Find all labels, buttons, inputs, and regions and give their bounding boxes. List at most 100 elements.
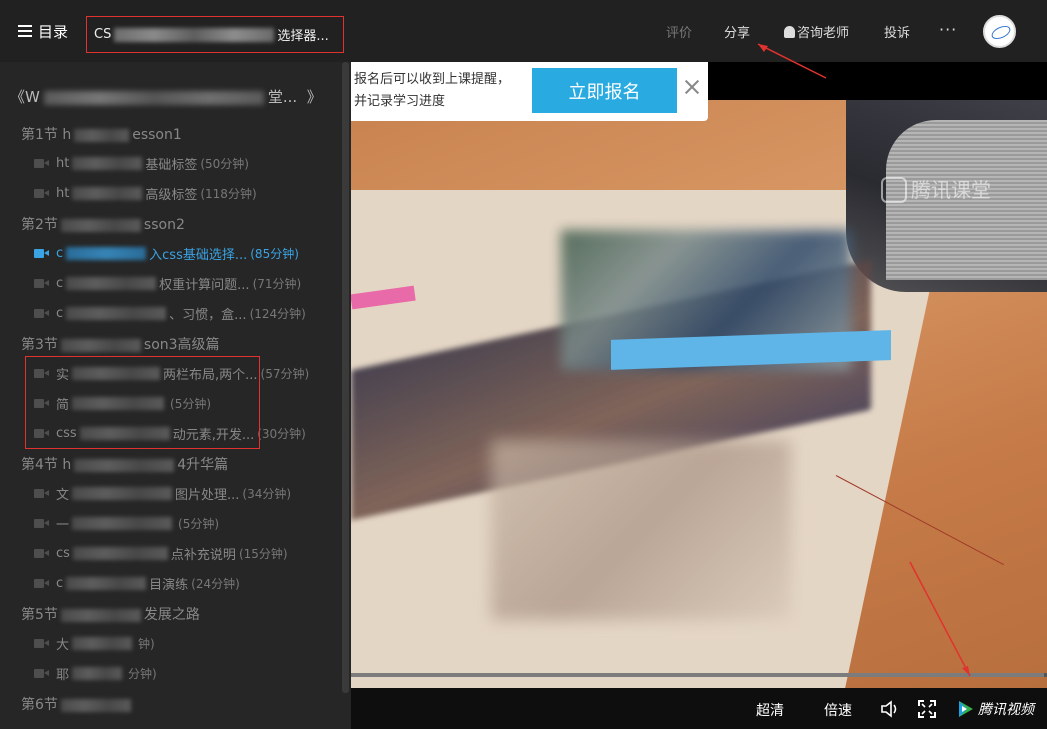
video-content-pixelated-writing bbox=[491, 440, 791, 620]
section-label-end: sson2 bbox=[143, 217, 185, 233]
catalog-menu-button[interactable]: 目录 bbox=[18, 20, 68, 42]
lesson-item[interactable]: 一 (5分钟) bbox=[34, 514, 219, 533]
redacted bbox=[66, 247, 147, 260]
lesson-item[interactable]: 大 钟) bbox=[34, 634, 155, 653]
lesson-duration: (24分钟) bbox=[191, 577, 240, 591]
video-camera-icon bbox=[34, 488, 50, 499]
top-bar: 目录 CS 选择器... 评价 分享 咨询老师 投诉 ··· bbox=[0, 0, 1047, 62]
video-player[interactable]: 腾讯课堂 报名后可以收到上课提醒， 并记录学习进度 立即报名 超清 倍速 腾讯视… bbox=[351, 62, 1047, 729]
redacted bbox=[60, 608, 141, 622]
lesson-duration: (85分钟) bbox=[250, 247, 299, 261]
section-label-end: esson1 bbox=[132, 127, 182, 143]
redacted bbox=[72, 187, 143, 200]
course-name-close: 》 bbox=[306, 88, 322, 106]
section-label-start: 第4节 h bbox=[21, 457, 72, 473]
signup-message: 报名后可以收到上课提醒， 并记录学习进度 bbox=[354, 69, 510, 113]
volume-icon[interactable] bbox=[880, 700, 902, 718]
brand-label: 腾讯视频 bbox=[978, 702, 1034, 718]
video-camera-icon bbox=[34, 578, 50, 589]
fullscreen-icon[interactable] bbox=[918, 700, 936, 718]
section-label-start: 第2节 bbox=[21, 217, 58, 233]
section-1[interactable]: 第1节 h esson1 bbox=[21, 124, 182, 144]
catalog-sidebar: 《W 堂... 》 第1节 h esson1 ht 基础标签 (50分钟) ht 高级标签… bbox=[0, 62, 351, 729]
lesson-title-end: 、习惯，盒... bbox=[169, 308, 247, 323]
signup-now-button[interactable]: 立即报名 bbox=[532, 68, 677, 113]
lesson-title-end: 基础标签 bbox=[145, 158, 198, 173]
video-watermark: 腾讯课堂 bbox=[881, 174, 991, 203]
lesson-item[interactable]: c 权重计算问题... (71分钟) bbox=[34, 274, 301, 293]
section-6[interactable]: 第6节 bbox=[21, 694, 134, 714]
avatar[interactable] bbox=[983, 15, 1016, 48]
lesson-title-start: cs bbox=[56, 546, 70, 561]
course-title-start: CS bbox=[94, 27, 112, 42]
lesson-duration: (30分钟) bbox=[257, 427, 306, 441]
watermark-text: 腾讯课堂 bbox=[911, 178, 991, 202]
video-camera-icon bbox=[34, 638, 50, 649]
redacted bbox=[60, 218, 141, 232]
lesson-title-start: c bbox=[56, 306, 64, 321]
nav-complain[interactable]: 投诉 bbox=[884, 22, 910, 42]
nav-review[interactable]: 评价 bbox=[666, 22, 692, 42]
lesson-item[interactable]: ht 基础标签 (50分钟) bbox=[34, 154, 249, 173]
tencent-video-brand: 腾讯视频 bbox=[956, 699, 1034, 719]
lesson-title-start: 一 bbox=[56, 518, 70, 533]
video-progress-bar[interactable] bbox=[351, 673, 1047, 677]
lesson-item-active[interactable]: c 入css基础选择... (85分钟) bbox=[34, 244, 299, 263]
lesson-title-start: 文 bbox=[56, 488, 70, 503]
nav-share[interactable]: 分享 bbox=[724, 22, 750, 42]
video-camera-icon bbox=[34, 158, 50, 169]
person-icon bbox=[784, 26, 795, 38]
lesson-item[interactable]: cs 点补充说明 (15分钟) bbox=[34, 544, 288, 563]
lesson-duration: (50分钟) bbox=[200, 157, 249, 171]
close-icon[interactable] bbox=[683, 78, 701, 96]
quality-button[interactable]: 超清 bbox=[756, 700, 784, 720]
section-label-end: 发展之路 bbox=[143, 607, 200, 623]
speed-button[interactable]: 倍速 bbox=[824, 700, 852, 720]
section-4[interactable]: 第4节 h 4升华篇 bbox=[21, 454, 228, 474]
lesson-item[interactable]: c 、习惯，盒... (124分钟) bbox=[34, 304, 306, 323]
video-camera-icon bbox=[34, 308, 50, 319]
redacted bbox=[72, 637, 133, 650]
lesson-item[interactable]: c 目演练 (24分钟) bbox=[34, 574, 240, 593]
hamburger-icon bbox=[18, 25, 32, 37]
lesson-duration: (57分钟) bbox=[260, 367, 310, 381]
lesson-duration: (71分钟) bbox=[252, 277, 302, 291]
video-frame[interactable]: 腾讯课堂 bbox=[351, 100, 1047, 688]
section-5[interactable]: 第5节 发展之路 bbox=[21, 604, 200, 624]
section-label-end: 4升华篇 bbox=[177, 457, 229, 473]
lesson-duration: (15分钟) bbox=[238, 547, 288, 561]
signup-line-1: 报名后可以收到上课提醒， bbox=[354, 72, 511, 87]
section-label-end: son3高级篇 bbox=[143, 337, 220, 353]
annotation-highlight-box bbox=[25, 356, 260, 449]
more-menu-button[interactable]: ··· bbox=[939, 20, 957, 39]
section-label-start: 第5节 bbox=[21, 607, 58, 623]
section-3[interactable]: 第3节 son3高级篇 bbox=[21, 334, 220, 354]
lesson-title-start: 大 bbox=[56, 638, 70, 653]
lesson-item[interactable]: 耶 分钟) bbox=[34, 664, 157, 683]
tencent-video-logo-icon bbox=[959, 701, 973, 717]
player-controls: 超清 倍速 腾讯视频 bbox=[351, 688, 1047, 729]
redacted bbox=[74, 458, 175, 472]
section-label-start: 第3节 bbox=[21, 337, 58, 353]
redacted bbox=[66, 277, 157, 290]
lesson-duration: 分钟) bbox=[128, 667, 157, 681]
lesson-item[interactable]: 文 图片处理... (34分钟) bbox=[34, 484, 291, 503]
redacted bbox=[74, 128, 130, 142]
nav-consult-teacher[interactable]: 咨询老师 bbox=[784, 22, 849, 42]
video-camera-icon bbox=[34, 248, 50, 259]
lesson-title-start: ht bbox=[56, 156, 70, 171]
course-name-heading: 《W 堂... 》 bbox=[10, 86, 322, 107]
lesson-title-start: ht bbox=[56, 186, 70, 201]
nav-consult-label: 咨询老师 bbox=[797, 26, 850, 41]
video-camera-icon bbox=[34, 518, 50, 529]
lesson-duration: 钟) bbox=[138, 637, 155, 651]
section-2[interactable]: 第2节 sson2 bbox=[21, 214, 185, 234]
redacted bbox=[60, 698, 131, 712]
catalog-menu-label: 目录 bbox=[38, 22, 69, 41]
lesson-item[interactable]: ht 高级标签 (118分钟) bbox=[34, 184, 257, 203]
video-camera-icon bbox=[34, 188, 50, 199]
lesson-title-end: 权重计算问题... bbox=[159, 278, 250, 293]
course-name-end: 堂... bbox=[267, 88, 298, 106]
video-camera-icon bbox=[34, 548, 50, 559]
sidebar-scrollbar[interactable] bbox=[342, 62, 349, 693]
